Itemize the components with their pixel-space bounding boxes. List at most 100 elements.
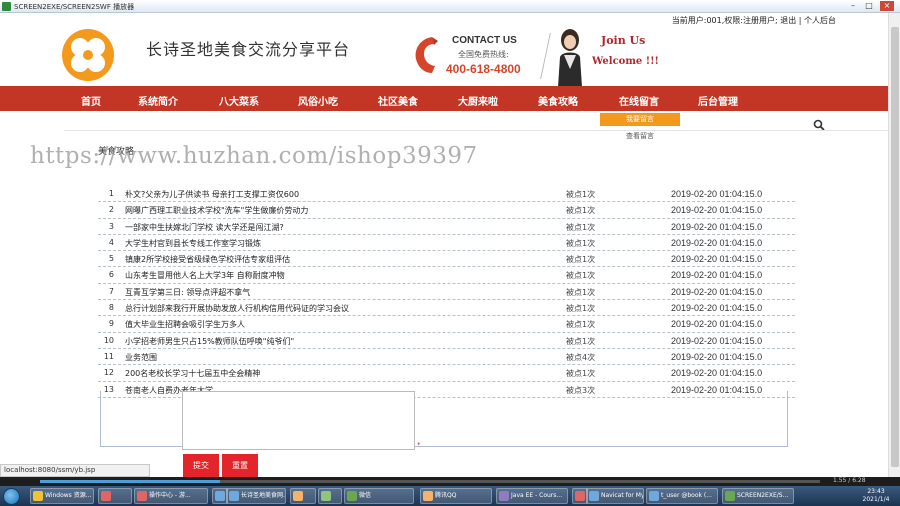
maximize-button[interactable]: □ <box>862 1 876 11</box>
article-title-link[interactable]: 业务范围 <box>125 352 157 363</box>
taskbar-button[interactable] <box>290 488 316 504</box>
article-title-link[interactable]: 网曝广西理工职业技术学校"洗车"学生做廉价劳动力 <box>125 205 308 216</box>
reset-button[interactable]: 重置 <box>222 454 258 477</box>
start-button[interactable] <box>3 488 20 505</box>
list-item[interactable]: 5 镇康2所学校接受省级绿色学校评估专家组评估 被点1次 2019-02-20 01:… <box>98 251 795 268</box>
submenu-leave-message[interactable]: 我要留言 <box>600 113 680 126</box>
nav-item-snacks[interactable]: 风俗小吃 <box>298 93 338 108</box>
article-date: 2019-02-20 01:04:15.0 <box>671 221 763 232</box>
list-item[interactable]: 1 朴文?父亲为儿子供读书 母亲打工支撑工资仅600 被点1次 2019-02-20 … <box>98 186 795 203</box>
article-click-count: 被点1次 <box>566 238 596 248</box>
app-icon <box>101 491 111 501</box>
article-title-link[interactable]: 大学生村官到县长专线工作室学习锻炼 <box>125 238 261 249</box>
list-item[interactable]: 3 一部家中生扶嫁北门学校 读大学还是闯江湖? 被点1次 2019-02-20 01:… <box>98 219 795 235</box>
content-divider <box>64 130 888 131</box>
article-title-link[interactable]: 山东考生冒用他人名上大学3年 自称耐度冲物 <box>125 270 285 281</box>
taskbar-button-label: 微信 <box>359 492 372 499</box>
article-number: 6 <box>108 270 114 280</box>
nav-item-cuisines[interactable]: 八大菜系 <box>219 93 259 108</box>
app-icon <box>33 491 43 501</box>
article-number: 10 <box>103 335 114 345</box>
article-date: 2019-02-20 01:04:15.0 <box>671 319 763 330</box>
article-title-link[interactable]: 值大毕业生招聘会吸引学生万多人 <box>125 319 245 330</box>
message-textarea[interactable] <box>182 391 415 450</box>
nav-item-messages[interactable]: 在线留言 <box>619 93 659 108</box>
nav-item-home[interactable]: 首页 <box>81 93 101 108</box>
taskbar-button[interactable]: Navicat for MyS... <box>586 488 644 504</box>
app-icon <box>215 491 225 501</box>
nav-item-chef[interactable]: 大厨来啦 <box>458 93 498 108</box>
list-item[interactable]: 9 值大毕业生招聘会吸引学生万多人 被点1次 2019-02-20 01:04:15.… <box>98 316 795 333</box>
player-progress <box>40 480 220 483</box>
nav-item-admin[interactable]: 后台管理 <box>698 93 738 108</box>
article-title-link[interactable]: 200名老校长学习十七届五中全会精神 <box>125 368 260 379</box>
article-title-link[interactable]: 一部家中生扶嫁北门学校 读大学还是闯江湖? <box>125 222 284 233</box>
article-number: 8 <box>108 303 114 313</box>
article-title-link[interactable]: 镇康2所学校接受省级绿色学校评估专家组评估 <box>125 254 290 265</box>
article-click-count: 被点1次 <box>566 304 596 314</box>
article-number: 9 <box>108 319 114 329</box>
list-item[interactable]: 10 小学招老师男生只占15%教师队伍呼唤"纯爷们" 被点1次 2019-02-20 … <box>98 333 795 349</box>
window-title: SCREEN2EXE/SCREEN2SWF 播放器 <box>14 3 135 11</box>
submit-button[interactable]: 提交 <box>183 454 219 477</box>
page-scrollbar[interactable] <box>888 13 900 477</box>
list-item[interactable]: 6 山东考生冒用他人名上大学3年 自称耐度冲物 被点1次 2019-02-20 01:… <box>98 267 795 284</box>
submenu-view-messages[interactable]: 查看留言 <box>600 131 680 141</box>
article-date: 2019-02-20 01:04:15.0 <box>671 351 763 362</box>
nav-item-guides[interactable]: 美食攻略 <box>538 93 578 108</box>
taskbar-button[interactable]: Java EE - Cours... <box>496 488 568 504</box>
app-icon <box>2 2 11 11</box>
app-icon <box>499 491 509 501</box>
site-logo[interactable] <box>62 29 114 81</box>
article-click-count: 被点1次 <box>566 206 596 216</box>
scrollbar-thumb[interactable] <box>891 27 899 467</box>
taskbar-button-label: Java EE - Cours... <box>511 492 563 499</box>
phone-icon <box>415 37 438 73</box>
article-number: 1 <box>108 189 114 198</box>
article-number: 7 <box>108 286 114 296</box>
list-item[interactable]: 4 大学生村官到县长专线工作室学习锻炼 被点1次 2019-02-20 01:04:1… <box>98 235 795 252</box>
article-title-link[interactable]: 朴文?父亲为儿子供读书 母亲打工支撑工资仅600 <box>125 189 299 200</box>
article-click-count: 被点1次 <box>566 287 596 297</box>
taskbar-clock[interactable]: 23:43 2021/1/4 <box>856 488 896 504</box>
taskbar-button[interactable] <box>318 488 342 504</box>
site-title: 长诗圣地美食交流分享平台 <box>146 40 351 59</box>
article-number: 11 <box>103 351 114 361</box>
user-status[interactable]: 当前用户:001,权限:注册用户; 退出 | 个人后台 <box>672 15 836 26</box>
taskbar-button[interactable]: 长诗圣地美食网... <box>226 488 286 504</box>
list-item[interactable]: 8 总行计划部来我行开展协助发放人行机构信用代码证的学习会议 被点1次 2019-02… <box>98 300 795 317</box>
clock-date: 2021/1/4 <box>862 496 890 503</box>
close-button[interactable]: × <box>880 1 894 11</box>
app-icon <box>137 491 147 501</box>
taskbar-button[interactable]: 腾讯QQ <box>420 488 492 504</box>
article-title-link[interactable]: 小学招老师男生只占15%教师队伍呼唤"纯爷们" <box>125 336 294 347</box>
taskbar-button[interactable]: Windows 资源... <box>30 488 94 504</box>
list-item[interactable]: 2 网曝广西理工职业技术学校"洗车"学生做廉价劳动力 被点1次 2019-02-20 … <box>98 202 795 219</box>
article-click-count: 被点4次 <box>566 352 596 362</box>
article-number: 2 <box>108 205 114 215</box>
article-click-count: 被点1次 <box>566 320 596 330</box>
player-time: 1.55 / 6.28 <box>833 477 866 484</box>
taskbar-button[interactable]: 操作中心 - 游... <box>134 488 208 504</box>
contact-heading: CONTACT US <box>452 35 517 46</box>
taskbar-button[interactable]: SCREEN2EXE/S... <box>722 488 794 504</box>
list-item[interactable]: 11 业务范围 被点4次 2019-02-20 01:04:15.0 <box>98 349 795 366</box>
article-title-link[interactable]: 互青互学第三日: 领导点评超不拿气 <box>125 287 250 298</box>
nav-item-intro[interactable]: 系统简介 <box>138 93 178 108</box>
taskbar-button[interactable]: t_user @book (... <box>646 488 718 504</box>
nav-item-community[interactable]: 社区美食 <box>378 93 418 108</box>
minimize-button[interactable]: – <box>846 1 860 11</box>
contact-sub: 全国免费热线: <box>458 50 509 59</box>
browser-status-url: localhost:8080/ssm/yb.jsp <box>0 464 150 477</box>
window-titlebar: SCREEN2EXE/SCREEN2SWF 播放器 – □ × <box>0 0 900 13</box>
article-number: 5 <box>108 254 114 264</box>
taskbar: Windows 资源... 操作中心 - 游... 长诗圣地美食网... 微信 腾讯QQ… <box>0 486 900 506</box>
article-number: 4 <box>108 237 114 247</box>
taskbar-button[interactable]: 微信 <box>344 488 414 504</box>
article-title-link[interactable]: 总行计划部来我行开展协助发放人行机构信用代码证的学习会议 <box>125 303 349 314</box>
list-item[interactable]: 7 互青互学第三日: 领导点评超不拿气 被点1次 2019-02-20 01:04:1… <box>98 284 795 301</box>
header-divider <box>540 33 551 79</box>
list-item[interactable]: 12 200名老校长学习十七届五中全会精神 被点1次 2019-02-20 01:04… <box>98 365 795 382</box>
taskbar-button[interactable] <box>98 488 132 504</box>
article-date: 2019-02-20 01:04:15.0 <box>671 286 763 297</box>
